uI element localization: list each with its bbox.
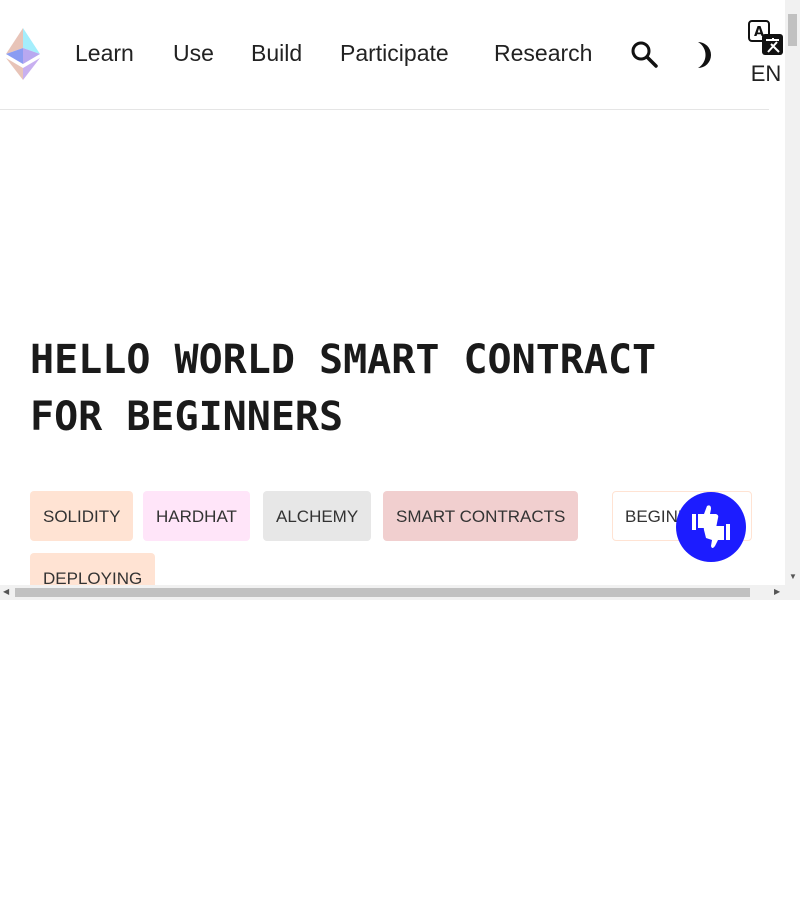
page-title: HELLO WORLD SMART CONTRACT FOR BEGINNERS — [30, 337, 657, 440]
tag-alchemy[interactable]: ALCHEMY — [263, 491, 372, 541]
nav-build[interactable]: Build — [251, 40, 302, 67]
tag-solidity[interactable]: SOLIDITY — [30, 491, 134, 541]
tag-hardhat[interactable]: HARDHAT — [143, 491, 250, 541]
tag-smart-contracts[interactable]: SMART CONTRACTS — [383, 491, 579, 541]
nav-learn[interactable]: Learn — [75, 40, 134, 67]
browser-viewport: Learn Use Build Participate Research A E… — [0, 0, 800, 600]
nav-research[interactable]: Research — [494, 40, 592, 67]
feedback-button[interactable] — [676, 492, 746, 562]
horizontal-scrollbar-thumb[interactable] — [15, 588, 750, 597]
ethereum-logo-icon[interactable] — [6, 28, 40, 80]
nav-participate[interactable]: Participate — [340, 40, 449, 67]
scroll-right-arrow-icon[interactable]: ▶ — [774, 587, 780, 596]
language-selector[interactable]: A EN — [748, 20, 784, 87]
nav-use[interactable]: Use — [173, 40, 214, 67]
scroll-left-arrow-icon[interactable]: ◀ — [3, 587, 9, 596]
scrollbar-corner — [785, 585, 800, 600]
vertical-scrollbar-thumb[interactable] — [788, 14, 797, 46]
top-navigation: Learn Use Build Participate Research A E… — [0, 0, 783, 110]
scroll-down-arrow-icon[interactable]: ▼ — [789, 572, 797, 581]
thumbs-up-down-icon — [692, 505, 730, 548]
vertical-scrollbar[interactable]: ▼ — [785, 0, 800, 585]
language-code: EN — [750, 61, 782, 86]
horizontal-scrollbar[interactable]: ◀ ▶ — [0, 585, 785, 600]
dark-mode-moon-icon[interactable] — [692, 40, 718, 70]
translate-icon: A — [748, 20, 783, 55]
search-icon[interactable] — [630, 40, 658, 68]
